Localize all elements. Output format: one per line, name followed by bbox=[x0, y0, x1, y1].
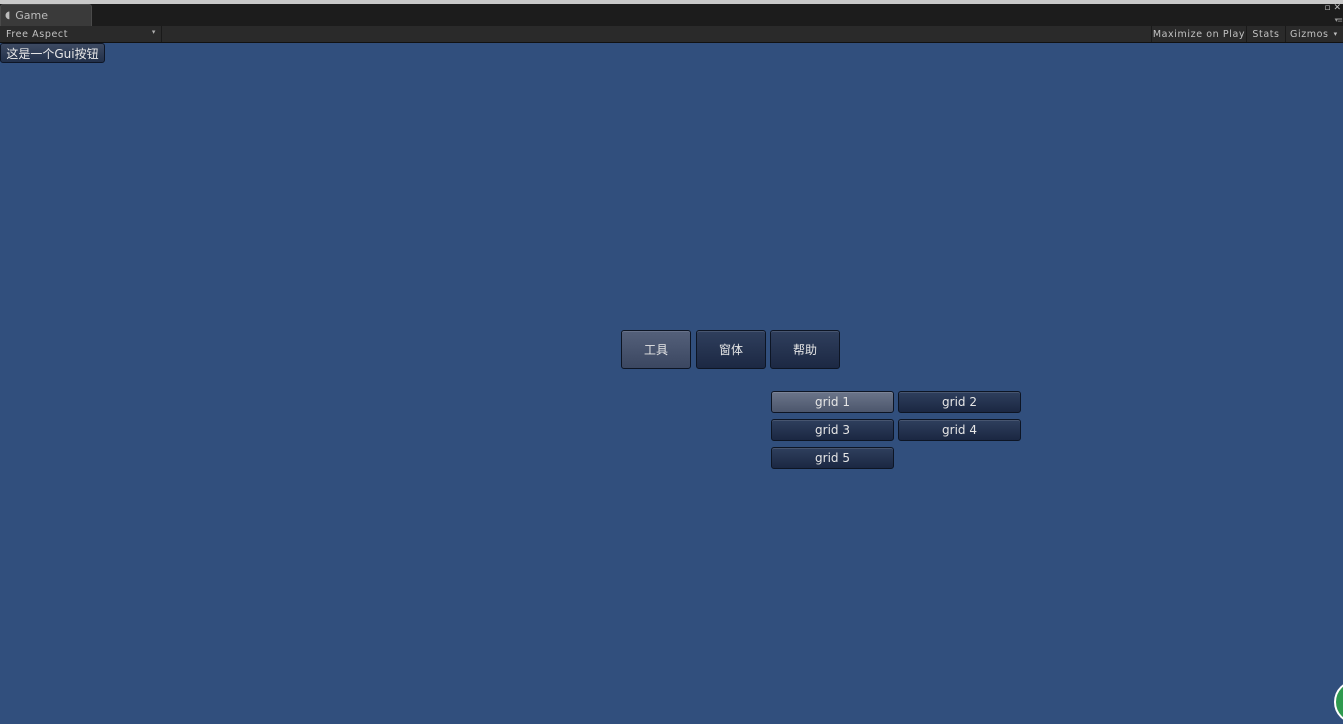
game-toolbar bbox=[0, 26, 1343, 43]
stats-button[interactable]: Stats bbox=[1246, 26, 1285, 42]
gui-button[interactable]: 这是一个Gui按钮 bbox=[0, 43, 105, 63]
tab-bar bbox=[0, 4, 1343, 26]
chevron-down-icon: ▾ bbox=[151, 28, 156, 36]
grid-item-1[interactable]: grid 1 bbox=[771, 391, 894, 413]
gizmos-dropdown[interactable]: Gizmos ▾ bbox=[1285, 26, 1343, 42]
grid-item-3[interactable]: grid 3 bbox=[771, 419, 894, 441]
maximize-on-play-label: Maximize on Play bbox=[1152, 28, 1246, 40]
tab-label: Game bbox=[15, 9, 49, 22]
aspect-dropdown[interactable]: Free Aspect ▾ bbox=[0, 26, 162, 42]
toolbar-item-help[interactable]: 帮助 bbox=[770, 330, 840, 369]
maximize-window-icon[interactable]: ▫ bbox=[1324, 4, 1330, 13]
grid-item-2[interactable]: grid 2 bbox=[898, 391, 1021, 413]
maximize-on-play-button[interactable]: Maximize on Play bbox=[1151, 26, 1246, 42]
stats-label: Stats bbox=[1252, 28, 1280, 40]
window-controls: ▫ ✕ bbox=[1317, 4, 1341, 13]
panel-menu-icon[interactable]: ▾≡ bbox=[1335, 16, 1343, 24]
chevron-down-icon: ▾ bbox=[1333, 30, 1338, 38]
tab-game[interactable]: ◖ Game bbox=[0, 4, 92, 26]
toolbar-item-tools[interactable]: 工具 bbox=[621, 330, 691, 369]
toolbar-item-window[interactable]: 窗体 bbox=[696, 330, 766, 369]
gizmos-label: Gizmos bbox=[1290, 28, 1329, 40]
grid-item-4[interactable]: grid 4 bbox=[898, 419, 1021, 441]
close-window-icon[interactable]: ✕ bbox=[1333, 4, 1341, 13]
aspect-label: Free Aspect bbox=[6, 28, 69, 40]
pacman-icon: ◖ bbox=[5, 10, 11, 21]
corner-widget-icon[interactable] bbox=[1334, 680, 1343, 724]
grid-item-5[interactable]: grid 5 bbox=[771, 447, 894, 469]
